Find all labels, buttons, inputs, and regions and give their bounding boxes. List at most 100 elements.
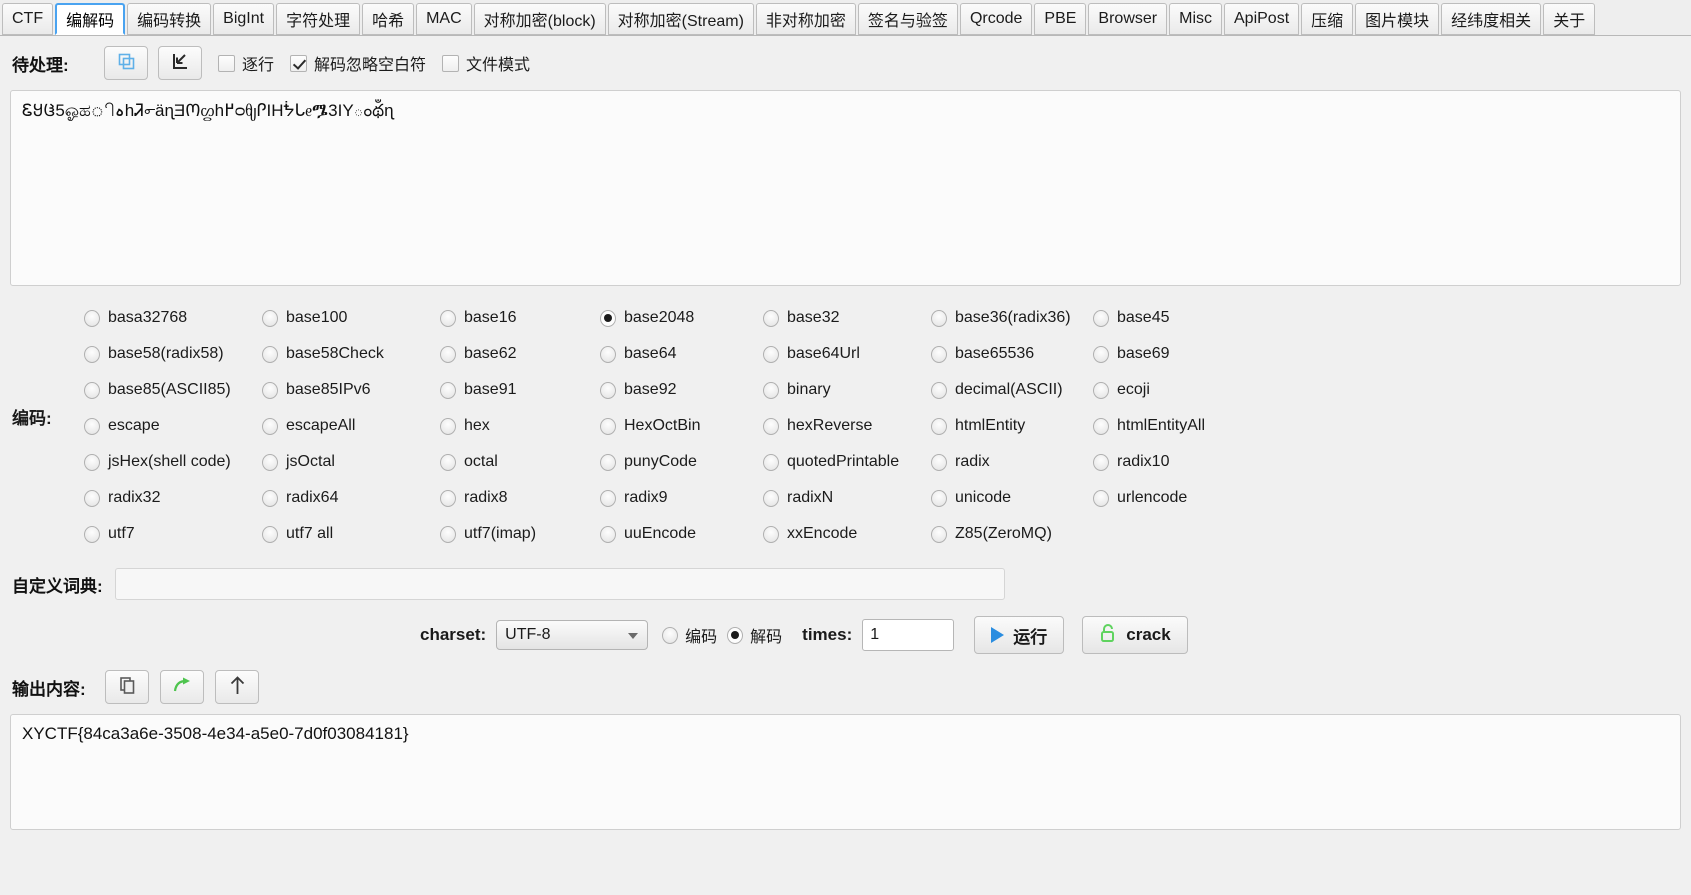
- radio-option-jsoctal[interactable]: jsOctal: [262, 444, 440, 480]
- radio-option-jshex-shell-code[interactable]: jsHex(shell code): [84, 444, 262, 480]
- tab-misc[interactable]: Misc: [1169, 3, 1222, 35]
- tab-sign-verify[interactable]: 签名与验签: [857, 3, 958, 35]
- radio-button[interactable]: [600, 453, 616, 471]
- tab-apipost[interactable]: ApiPost: [1224, 3, 1300, 35]
- radio-button[interactable]: [600, 417, 616, 435]
- tab-asymmetric[interactable]: 非对称加密: [755, 3, 856, 35]
- crack-button[interactable]: crack: [1082, 616, 1188, 654]
- radio-button[interactable]: [262, 309, 278, 327]
- checkbox-file-mode[interactable]: 文件模式: [442, 51, 530, 75]
- radio-button[interactable]: [84, 453, 100, 471]
- custom-dictionary-input[interactable]: [114, 568, 1005, 600]
- radio-option-urlencode[interactable]: urlencode: [1093, 480, 1233, 516]
- radio-option-htmlentityall[interactable]: htmlEntityAll: [1093, 408, 1233, 444]
- radio-option-radix32[interactable]: radix32: [84, 480, 262, 516]
- radio-option-hexoctbin[interactable]: HexOctBin: [600, 408, 763, 444]
- radio-button[interactable]: [440, 309, 456, 327]
- radio-button[interactable]: [600, 525, 616, 543]
- tab-compress[interactable]: 压缩: [1301, 3, 1354, 35]
- radio-option-base85ipv6[interactable]: base85IPv6: [262, 372, 440, 408]
- tab-bigint[interactable]: BigInt: [213, 3, 275, 35]
- radio-button[interactable]: [84, 525, 100, 543]
- radio-option-utf7[interactable]: utf7: [84, 516, 262, 552]
- radio-button[interactable]: [1093, 345, 1109, 363]
- radio-option-escapeall[interactable]: escapeAll: [262, 408, 440, 444]
- tab-browser[interactable]: Browser: [1088, 3, 1168, 35]
- tab-mac[interactable]: MAC: [416, 3, 472, 35]
- radio-option-base58check[interactable]: base58Check: [262, 336, 440, 372]
- radio-option-base36-radix36[interactable]: base36(radix36): [931, 300, 1093, 336]
- radio-button[interactable]: [440, 345, 456, 363]
- radio-option-quotedprintable[interactable]: quotedPrintable: [763, 444, 931, 480]
- radio-button[interactable]: [84, 381, 100, 399]
- radio-option-punycode[interactable]: punyCode: [600, 444, 763, 480]
- radio-button[interactable]: [1093, 417, 1109, 435]
- radio-button[interactable]: [763, 381, 779, 399]
- radio-button[interactable]: [262, 345, 278, 363]
- radio-option-ecoji[interactable]: ecoji: [1093, 372, 1233, 408]
- radio-button[interactable]: [763, 309, 779, 327]
- checkbox-box[interactable]: [218, 54, 235, 72]
- tab-symmetric-stream[interactable]: 对称加密(Stream): [607, 3, 754, 35]
- radio-button[interactable]: [1093, 381, 1109, 399]
- checkbox-box[interactable]: [290, 54, 308, 72]
- tab-latlng[interactable]: 经纬度相关: [1441, 3, 1542, 35]
- radio-button[interactable]: [84, 345, 100, 363]
- radio-option-octal[interactable]: octal: [440, 444, 600, 480]
- radio-mode-decode[interactable]: 解码: [727, 623, 782, 647]
- radio-option-decimal-ascii[interactable]: decimal(ASCII): [931, 372, 1093, 408]
- radio-option-utf7-imap[interactable]: utf7(imap): [440, 516, 600, 552]
- radio-button[interactable]: [600, 309, 616, 327]
- radio-button[interactable]: [662, 626, 679, 644]
- radio-option-radix8[interactable]: radix8: [440, 480, 600, 516]
- radio-button[interactable]: [763, 417, 779, 435]
- radio-button[interactable]: [440, 381, 456, 399]
- radio-option-z85-zeromq[interactable]: Z85(ZeroMQ): [931, 516, 1093, 552]
- radio-button[interactable]: [931, 381, 947, 399]
- radio-button[interactable]: [727, 626, 744, 644]
- radio-button[interactable]: [1093, 453, 1109, 471]
- radio-button[interactable]: [1093, 489, 1109, 507]
- radio-option-base65536[interactable]: base65536: [931, 336, 1093, 372]
- times-input[interactable]: 1: [862, 619, 955, 651]
- radio-option-base62[interactable]: base62: [440, 336, 600, 372]
- radio-button[interactable]: [931, 417, 947, 435]
- radio-button[interactable]: [931, 525, 947, 543]
- send-to-input-button[interactable]: [160, 670, 204, 704]
- radio-option-base45[interactable]: base45: [1093, 300, 1233, 336]
- radio-button[interactable]: [262, 453, 278, 471]
- radio-button[interactable]: [84, 489, 100, 507]
- import-button[interactable]: [158, 46, 202, 80]
- tab-pbe[interactable]: PBE: [1034, 3, 1087, 35]
- radio-option-basa32768[interactable]: basa32768: [84, 300, 262, 336]
- tab-symmetric-block[interactable]: 对称加密(block): [473, 3, 606, 35]
- copy-input-button[interactable]: [104, 46, 148, 80]
- radio-button[interactable]: [763, 525, 779, 543]
- radio-option-base91[interactable]: base91: [440, 372, 600, 408]
- radio-button[interactable]: [600, 381, 616, 399]
- radio-mode-encode[interactable]: 编码: [662, 623, 717, 647]
- radio-button[interactable]: [262, 417, 278, 435]
- radio-option-base58-radix58[interactable]: base58(radix58): [84, 336, 262, 372]
- run-button[interactable]: 运行: [974, 616, 1065, 654]
- radio-option-unicode[interactable]: unicode: [931, 480, 1093, 516]
- radio-option-base2048[interactable]: base2048: [600, 300, 763, 336]
- radio-option-radix10[interactable]: radix10: [1093, 444, 1233, 480]
- tab-encode-decode[interactable]: 编解码: [55, 3, 126, 35]
- charset-select[interactable]: UTF-8: [496, 620, 649, 650]
- radio-option-base64url[interactable]: base64Url: [763, 336, 931, 372]
- radio-option-radix9[interactable]: radix9: [600, 480, 763, 516]
- radio-option-utf7-all[interactable]: utf7 all: [262, 516, 440, 552]
- radio-option-binary[interactable]: binary: [763, 372, 931, 408]
- radio-button[interactable]: [440, 525, 456, 543]
- checkbox-box[interactable]: [442, 54, 460, 72]
- radio-option-base64[interactable]: base64: [600, 336, 763, 372]
- radio-button[interactable]: [931, 489, 947, 507]
- radio-option-base69[interactable]: base69: [1093, 336, 1233, 372]
- checkbox-line-by-line[interactable]: 逐行: [218, 51, 274, 75]
- radio-button[interactable]: [931, 309, 947, 327]
- checkbox-ignore-whitespace[interactable]: 解码忽略空白符: [290, 51, 426, 75]
- tab-qrcode[interactable]: Qrcode: [959, 3, 1033, 35]
- radio-button[interactable]: [600, 489, 616, 507]
- radio-button[interactable]: [763, 453, 779, 471]
